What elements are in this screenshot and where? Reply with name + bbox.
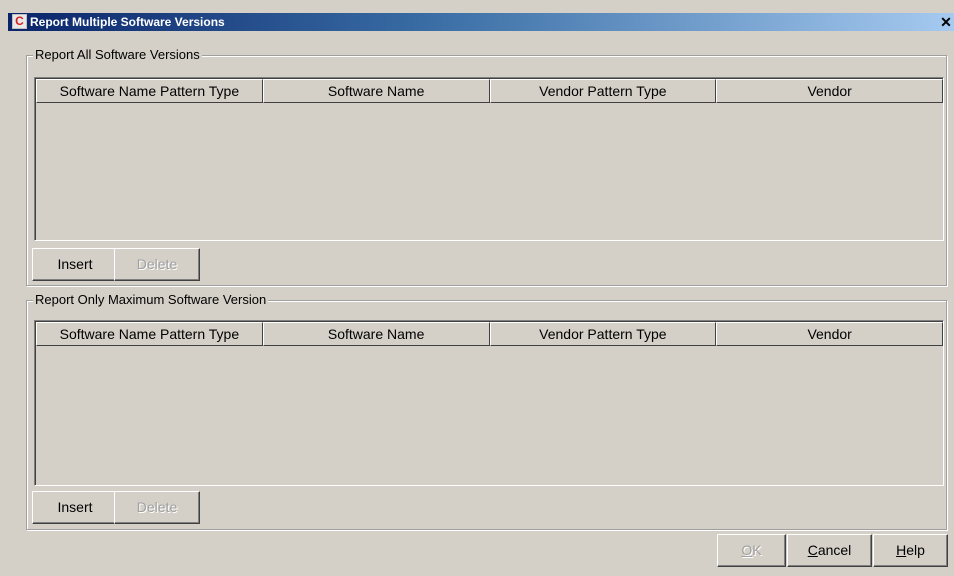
column-header-vendor[interactable]: Vendor <box>716 79 943 103</box>
table-header: Software Name Pattern Type Software Name… <box>36 79 943 103</box>
cancel-button[interactable]: Cancel <box>787 534 872 567</box>
ok-button[interactable]: OK <box>717 534 786 567</box>
title-bar[interactable]: C Report Multiple Software Versions ✕ <box>8 13 954 31</box>
column-header-software-name[interactable]: Software Name <box>262 322 490 346</box>
ok-label-rest: K <box>752 542 762 558</box>
column-header-software-name-pattern-type[interactable]: Software Name Pattern Type <box>36 322 263 346</box>
ok-mnemonic: O <box>741 542 753 558</box>
help-label-rest: elp <box>906 542 925 558</box>
column-header-vendor-pattern-type[interactable]: Vendor Pattern Type <box>489 79 717 103</box>
cancel-mnemonic: C <box>807 542 818 558</box>
insert-button[interactable]: Insert <box>32 248 118 281</box>
window-title: Report Multiple Software Versions <box>30 15 225 29</box>
help-mnemonic: H <box>896 542 907 558</box>
report-all-versions-group: Report All Software Versions Software Na… <box>26 47 947 286</box>
cancel-label-rest: ancel <box>817 542 852 558</box>
table-header: Software Name Pattern Type Software Name… <box>36 322 943 346</box>
delete-button[interactable]: Delete <box>114 491 200 524</box>
help-button[interactable]: Help <box>873 534 948 567</box>
column-header-vendor-pattern-type[interactable]: Vendor Pattern Type <box>489 322 717 346</box>
app-logo-icon: C <box>12 14 27 29</box>
column-header-software-name[interactable]: Software Name <box>262 79 490 103</box>
column-header-vendor[interactable]: Vendor <box>716 322 943 346</box>
delete-button[interactable]: Delete <box>114 248 200 281</box>
column-header-software-name-pattern-type[interactable]: Software Name Pattern Type <box>36 79 263 103</box>
dialog-window: C Report Multiple Software Versions ✕ Re… <box>0 0 954 576</box>
report-max-version-legend: Report Only Maximum Software Version <box>33 292 269 307</box>
report-all-versions-legend: Report All Software Versions <box>33 47 202 62</box>
close-icon[interactable]: ✕ <box>938 14 954 30</box>
report-max-version-table[interactable]: Software Name Pattern Type Software Name… <box>34 320 944 486</box>
report-max-version-group: Report Only Maximum Software Version Sof… <box>26 292 947 530</box>
insert-button[interactable]: Insert <box>32 491 118 524</box>
report-all-versions-table[interactable]: Software Name Pattern Type Software Name… <box>34 77 944 241</box>
